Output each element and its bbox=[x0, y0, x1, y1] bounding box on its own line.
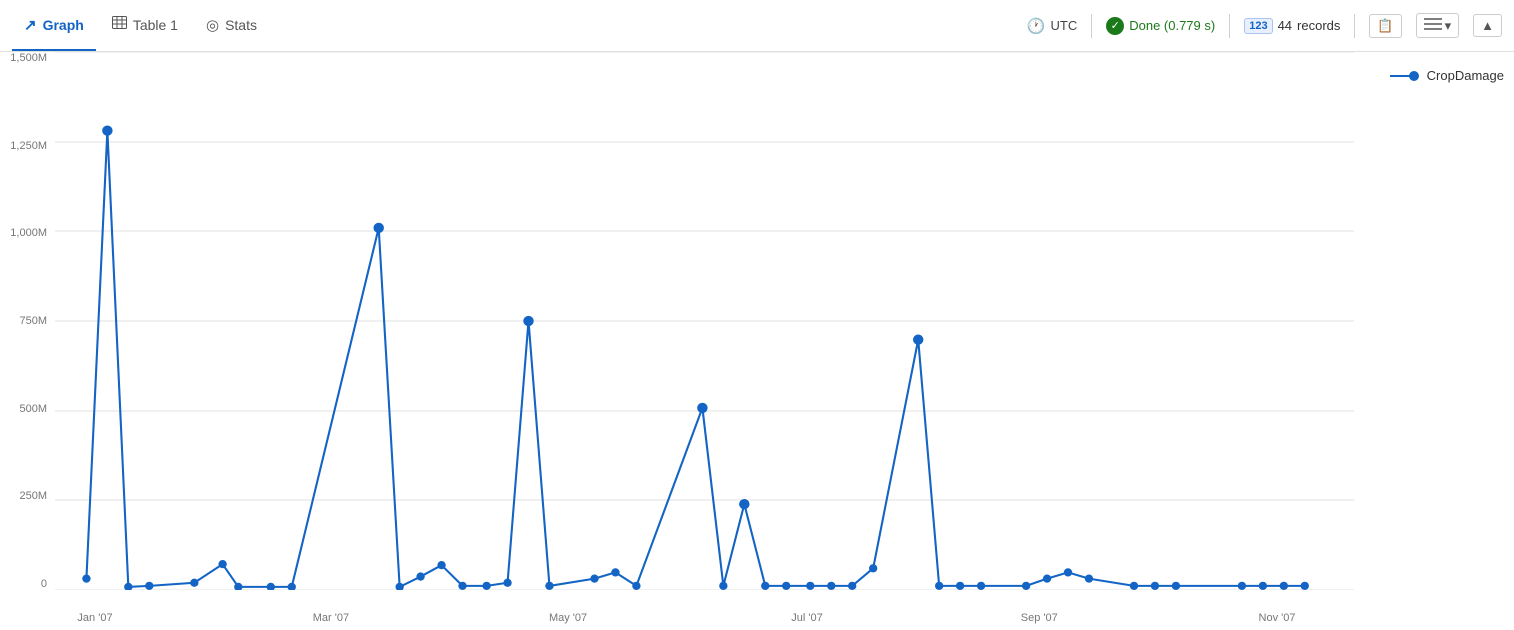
chart-legend: CropDamage bbox=[1390, 68, 1504, 83]
datapoint bbox=[1172, 582, 1180, 590]
columns-button[interactable]: ▾ bbox=[1416, 13, 1460, 38]
datapoint bbox=[82, 574, 90, 582]
datapoint bbox=[503, 579, 511, 587]
done-label: Done (0.779 s) bbox=[1129, 18, 1215, 33]
columns-icon bbox=[1424, 17, 1442, 34]
datapoint bbox=[1064, 568, 1072, 576]
chevron-up-icon: ▲ bbox=[1481, 18, 1494, 33]
legend-label: CropDamage bbox=[1427, 68, 1504, 83]
divider-3 bbox=[1354, 14, 1355, 38]
datapoint bbox=[458, 582, 466, 590]
copy-button[interactable]: 📋 bbox=[1369, 14, 1401, 38]
legend-dot bbox=[1409, 71, 1419, 81]
tab-graph[interactable]: ↗ Graph bbox=[12, 0, 96, 51]
datapoint bbox=[1151, 582, 1159, 590]
datapoint bbox=[848, 582, 856, 590]
datapoint bbox=[1259, 582, 1267, 590]
y-axis: 0 250M 500M 750M 1,000M 1,250M 1,500M bbox=[0, 52, 55, 590]
datapoint bbox=[124, 583, 132, 590]
datapoint bbox=[1280, 582, 1288, 590]
tab-stats[interactable]: ◎ Stats bbox=[194, 0, 269, 51]
table-icon bbox=[112, 16, 127, 33]
datapoint bbox=[482, 582, 490, 590]
datapoint bbox=[395, 583, 403, 590]
datapoint bbox=[218, 560, 226, 568]
graph-icon: ↗ bbox=[24, 16, 37, 34]
datapoint bbox=[190, 579, 198, 587]
datapoint bbox=[145, 582, 153, 590]
done-status: ✓ Done (0.779 s) bbox=[1106, 17, 1215, 35]
y-label-500: 500M bbox=[0, 403, 55, 415]
x-axis: Jan '07 Mar '07 May '07 Jul '07 Sep '07 … bbox=[55, 612, 1354, 624]
datapoint bbox=[761, 582, 769, 590]
toolbar: ↗ Graph Table 1 ◎ Stats 🕐 UTC ✓ Done (0.… bbox=[0, 0, 1514, 52]
collapse-button[interactable]: ▲ bbox=[1473, 14, 1502, 37]
datapoint bbox=[935, 582, 943, 590]
datapoint bbox=[288, 583, 296, 590]
datapoint-peak-apr bbox=[373, 223, 383, 233]
tab-table1[interactable]: Table 1 bbox=[100, 0, 190, 51]
line-chart-svg bbox=[55, 52, 1354, 590]
timezone-label: UTC bbox=[1051, 18, 1078, 33]
datapoint bbox=[782, 582, 790, 590]
y-label-1500: 1,500M bbox=[0, 52, 55, 64]
x-label-mar: Mar '07 bbox=[313, 612, 349, 624]
tab-graph-label: Graph bbox=[43, 17, 84, 33]
datapoint bbox=[827, 582, 835, 590]
datapoint bbox=[806, 582, 814, 590]
clipboard-icon: 📋 bbox=[1377, 18, 1393, 34]
records-number: 44 bbox=[1278, 18, 1292, 33]
datapoint-jul2 bbox=[739, 499, 749, 509]
datapoint bbox=[437, 561, 445, 569]
datapoint bbox=[590, 574, 598, 582]
y-label-750: 750M bbox=[0, 315, 55, 327]
datapoint bbox=[632, 582, 640, 590]
datapoint bbox=[719, 582, 727, 590]
y-label-1250: 1,250M bbox=[0, 140, 55, 152]
y-label-1000: 1,000M bbox=[0, 227, 55, 239]
chevron-down-icon: ▾ bbox=[1445, 18, 1452, 34]
records-count-badge: 123 44 records bbox=[1244, 18, 1340, 34]
datapoint bbox=[1085, 574, 1093, 582]
crop-damage-line bbox=[86, 131, 1304, 587]
divider-1 bbox=[1091, 14, 1092, 38]
datapoint-peak-jul bbox=[697, 403, 707, 413]
datapoint bbox=[1043, 574, 1051, 582]
datapoint bbox=[1238, 582, 1246, 590]
done-icon: ✓ bbox=[1106, 17, 1124, 35]
x-label-may: May '07 bbox=[549, 612, 587, 624]
y-label-0: 0 bbox=[0, 578, 55, 590]
legend-line bbox=[1390, 75, 1410, 77]
legend-line-dot bbox=[1390, 71, 1419, 81]
clock-icon: 🕐 bbox=[1027, 17, 1046, 35]
datapoint bbox=[1301, 582, 1309, 590]
x-label-nov: Nov '07 bbox=[1259, 612, 1296, 624]
x-label-sep: Sep '07 bbox=[1021, 612, 1058, 624]
records-box-icon: 123 bbox=[1244, 18, 1272, 34]
datapoint bbox=[1130, 582, 1138, 590]
datapoint bbox=[1022, 582, 1030, 590]
datapoint bbox=[869, 564, 877, 572]
y-label-250: 250M bbox=[0, 490, 55, 502]
tab-stats-label: Stats bbox=[225, 17, 257, 33]
datapoint bbox=[956, 582, 964, 590]
datapoint bbox=[545, 582, 553, 590]
datapoint-peak-jan bbox=[102, 125, 112, 135]
toolbar-right: 🕐 UTC ✓ Done (0.779 s) 123 44 records 📋 bbox=[1027, 13, 1502, 38]
x-label-jul: Jul '07 bbox=[791, 612, 822, 624]
timezone-indicator: 🕐 UTC bbox=[1027, 17, 1077, 35]
tab-table1-label: Table 1 bbox=[133, 17, 178, 33]
x-label-jan: Jan '07 bbox=[77, 612, 112, 624]
records-label: records bbox=[1297, 18, 1340, 33]
datapoint-peak-may bbox=[523, 316, 533, 326]
datapoint bbox=[611, 568, 619, 576]
stats-icon: ◎ bbox=[206, 16, 219, 34]
datapoint bbox=[416, 572, 424, 580]
datapoint bbox=[977, 582, 985, 590]
datapoint bbox=[267, 583, 275, 590]
divider-2 bbox=[1229, 14, 1230, 38]
chart-container: 0 250M 500M 750M 1,000M 1,250M 1,500M bbox=[0, 52, 1514, 630]
datapoint-peak-sep bbox=[913, 334, 923, 344]
